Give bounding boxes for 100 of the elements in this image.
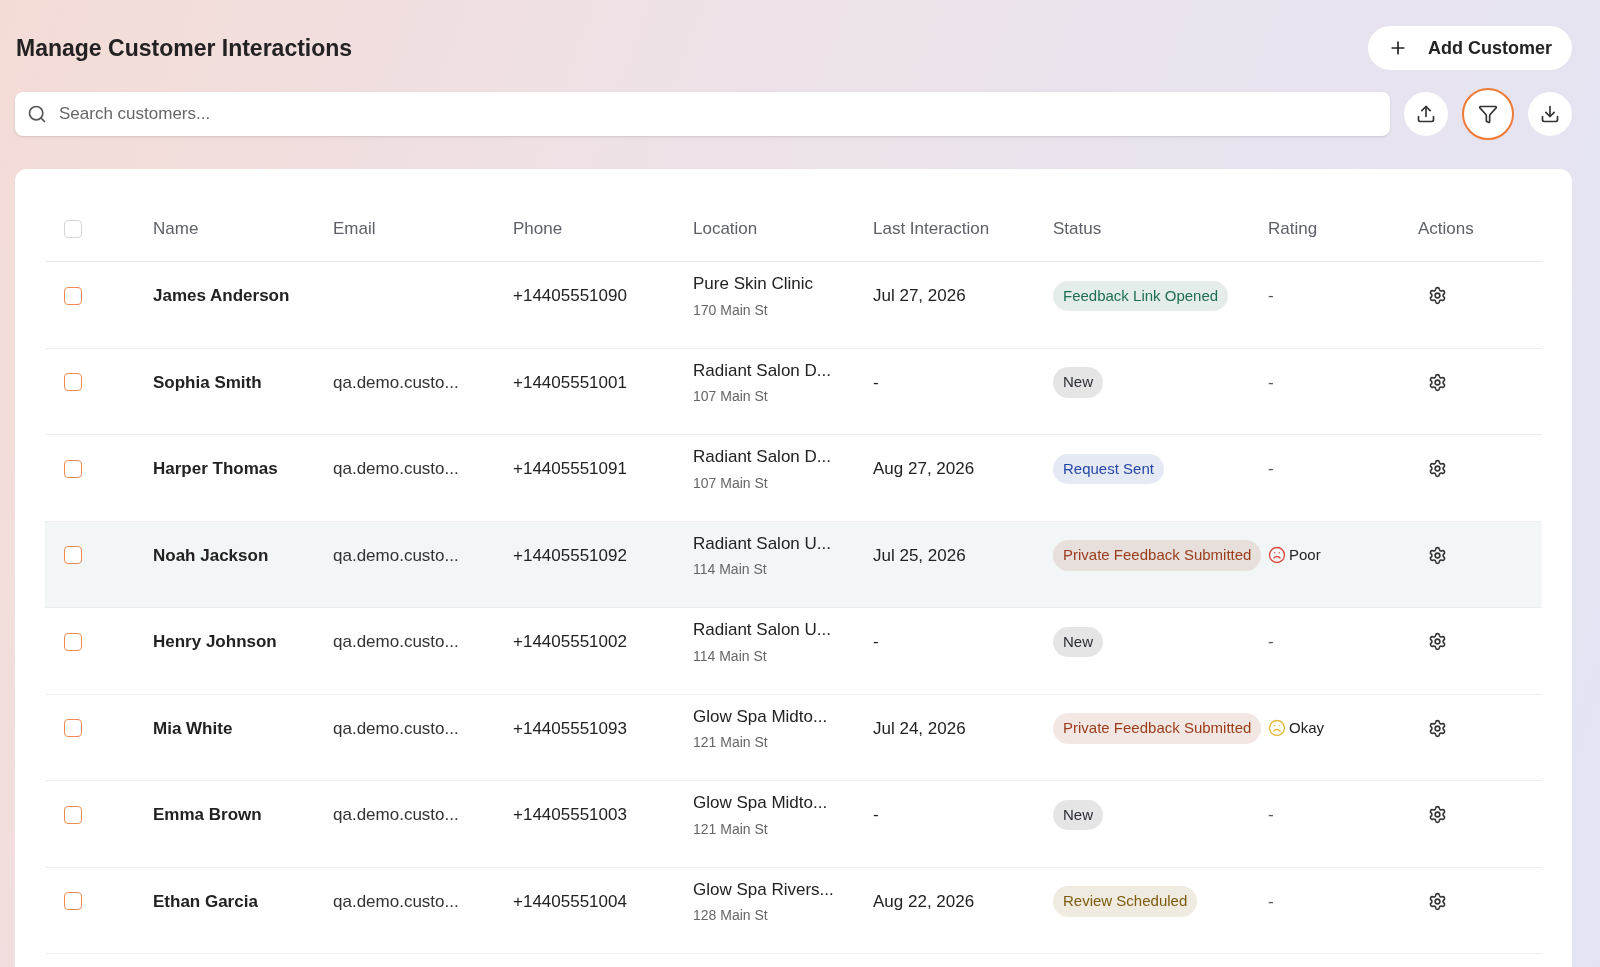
- status-badge: Request Sent: [1053, 453, 1164, 484]
- status-badge: Private Feedback Submitted: [1053, 713, 1262, 744]
- email-text: qa.demo.custo...: [333, 718, 459, 738]
- customer-name: Henry Johnson: [153, 632, 277, 651]
- location-name: Radiant Salon U...: [693, 619, 832, 641]
- status-badge: New: [1053, 367, 1103, 398]
- settings-icon: [1428, 545, 1447, 565]
- location-address: 170 Main St: [693, 300, 769, 320]
- column-header: Name: [153, 218, 199, 238]
- location-address: 114 Main St: [693, 560, 768, 579]
- location-name: Pure Skin Clinic: [693, 273, 814, 295]
- customer-name: Noah Jackson: [153, 545, 269, 565]
- column-header: Location: [693, 218, 758, 238]
- date-text: Jul 24, 2026: [873, 718, 966, 738]
- settings-button[interactable]: [1428, 545, 1447, 565]
- rating-text: -: [1268, 632, 1274, 651]
- checkbox[interactable]: [64, 459, 82, 478]
- rating-text: Okay: [1289, 718, 1324, 738]
- checkbox[interactable]: [64, 286, 82, 305]
- checkbox[interactable]: [64, 892, 82, 911]
- location-address: 107 Main St: [693, 473, 769, 493]
- checkbox[interactable]: [64, 632, 82, 651]
- location-address: 107 Main St: [693, 387, 769, 406]
- rating-text: -: [1268, 286, 1274, 305]
- email-text: qa.demo.custo...: [333, 891, 459, 911]
- location-address: 114 Main St: [693, 646, 768, 666]
- phone-text: +14405551002: [513, 632, 627, 651]
- settings-icon: [1428, 286, 1447, 306]
- settings-button[interactable]: [1428, 805, 1447, 825]
- date-text: -: [873, 805, 879, 824]
- add-customer-button[interactable]: Add Customer: [1368, 26, 1572, 70]
- page-title: Manage Customer Interactions: [16, 33, 353, 63]
- location-address: 121 Main St: [693, 733, 769, 752]
- column-header: Last Interaction: [873, 218, 990, 238]
- settings-icon: [1428, 805, 1447, 825]
- email-text: qa.demo.custo...: [333, 805, 459, 824]
- customer-name: Harper Thomas: [153, 459, 278, 478]
- settings-icon: [1428, 632, 1447, 652]
- rating-text: -: [1268, 891, 1274, 911]
- filter-icon: [1478, 104, 1498, 124]
- date-text: Aug 22, 2026: [873, 891, 975, 911]
- column-header: Status: [1053, 218, 1102, 238]
- phone-text: +14405551090: [513, 286, 627, 305]
- date-text: -: [873, 632, 879, 651]
- phone-text: +14405551092: [513, 545, 627, 565]
- status-badge: Feedback Link Opened: [1053, 280, 1229, 311]
- download-button[interactable]: [1528, 92, 1572, 136]
- rating-text: -: [1268, 805, 1274, 824]
- location-name: Glow Spa Rivers...: [693, 878, 835, 901]
- download-icon: [1540, 104, 1560, 124]
- rating-text: -: [1268, 459, 1274, 478]
- status-badge: Private Feedback Submitted: [1053, 540, 1262, 571]
- location-name: Radiant Salon U...: [693, 532, 832, 555]
- column-header: Actions: [1418, 218, 1474, 238]
- checkbox[interactable]: [64, 373, 82, 392]
- customer-name: Mia White: [153, 718, 233, 738]
- location-address: 121 Main St: [693, 819, 769, 839]
- phone-text: +14405551003: [513, 805, 627, 824]
- settings-icon: [1428, 718, 1447, 738]
- email-text: qa.demo.custo...: [333, 372, 459, 392]
- settings-button[interactable]: [1428, 372, 1447, 392]
- location-name: Glow Spa Midto...: [693, 792, 829, 814]
- search-field[interactable]: Search customers...: [15, 92, 1390, 136]
- email-text: qa.demo.custo...: [333, 545, 459, 565]
- settings-button[interactable]: [1428, 459, 1447, 479]
- settings-button[interactable]: [1428, 632, 1447, 652]
- date-text: Jul 25, 2026: [873, 545, 966, 565]
- settings-icon: [1428, 459, 1447, 479]
- phone-text: +14405551004: [513, 891, 627, 911]
- phone-text: +14405551093: [513, 718, 627, 738]
- search-input[interactable]: Search customers...: [59, 101, 1378, 127]
- table-row[interactable]: Noah Jackson qa.demo.custo... +14405551092 Radiant Salon U... 114 Main St Jul 25, 2026 Private Feedback Submitted Poor: [45, 521, 1542, 608]
- column-header: Phone: [513, 218, 563, 238]
- location-address: 128 Main St: [693, 906, 769, 925]
- customer-name: James Anderson: [153, 286, 290, 305]
- rating-text: Poor: [1289, 545, 1321, 565]
- settings-icon: [1428, 891, 1447, 911]
- checkbox[interactable]: [64, 219, 82, 238]
- settings-button[interactable]: [1428, 718, 1447, 738]
- date-text: Jul 27, 2026: [873, 286, 966, 305]
- date-text: Aug 27, 2026: [873, 459, 975, 478]
- column-header: Rating: [1268, 218, 1318, 238]
- email-text: qa.demo.custo...: [333, 632, 459, 651]
- settings-button[interactable]: [1428, 891, 1447, 911]
- status-badge: Review Scheduled: [1053, 886, 1198, 917]
- column-header: Email: [333, 218, 376, 238]
- rating-text: -: [1268, 372, 1274, 392]
- settings-button[interactable]: [1428, 286, 1447, 306]
- checkbox[interactable]: [64, 805, 82, 824]
- phone-text: +14405551001: [513, 372, 627, 392]
- upload-button[interactable]: [1404, 92, 1448, 136]
- customer-name: Ethan Garcia: [153, 891, 258, 911]
- phone-text: +14405551091: [513, 459, 627, 478]
- search-icon: [27, 104, 47, 124]
- checkbox[interactable]: [64, 546, 82, 565]
- location-name: Radiant Salon D...: [693, 446, 832, 468]
- location-name: Glow Spa Midto...: [693, 705, 829, 728]
- email-text: qa.demo.custo...: [333, 459, 459, 478]
- checkbox[interactable]: [64, 719, 82, 738]
- filter-button[interactable]: [1462, 88, 1514, 140]
